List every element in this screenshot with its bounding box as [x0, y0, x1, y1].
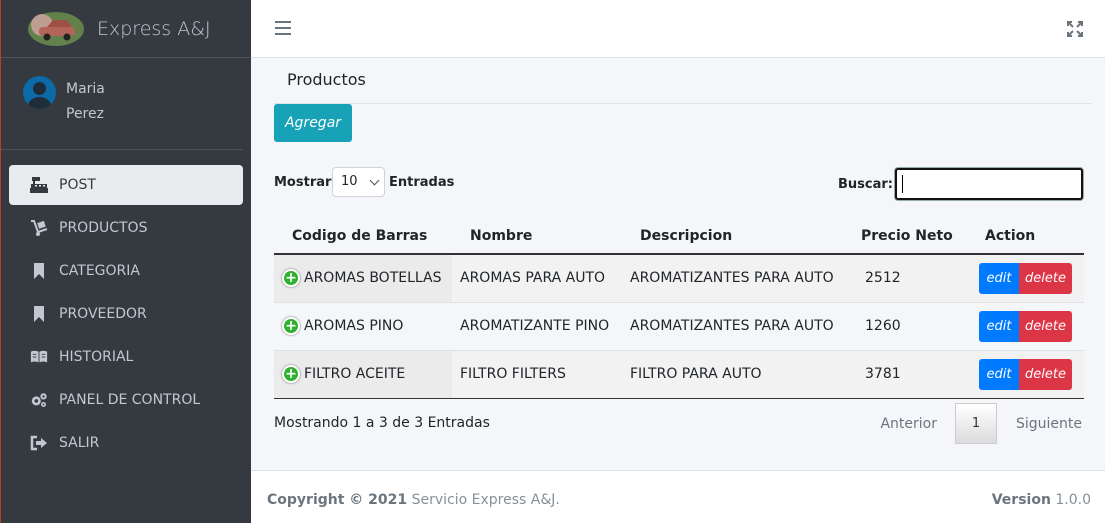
precio-cell: 1260	[843, 301, 971, 350]
sidebar-item-label: HISTORIAL	[59, 349, 134, 365]
cash-register-icon	[29, 175, 49, 195]
column-header[interactable]: Precio Neto	[843, 218, 971, 255]
length-label: Mostrar	[274, 175, 332, 190]
sidebar-item-label: SALIR	[59, 435, 100, 451]
codigo-cell: + FILTRO ACEITE	[274, 349, 452, 399]
pagination-page-1[interactable]: 1	[954, 403, 997, 444]
expand-plus-icon[interactable]: +	[282, 365, 300, 383]
entries-select-value: 10	[341, 174, 358, 189]
expand-plus-icon[interactable]: +	[282, 317, 300, 335]
delete-button[interactable]: delete	[1019, 358, 1072, 390]
user-panel[interactable]: Maria Perez	[1, 58, 243, 150]
add-button[interactable]: Agregar	[274, 104, 352, 142]
codigo-text: AROMAS BOTELLAS	[304, 270, 442, 287]
table-header-row: Codigo de Barras Nombre Descripcion Prec…	[274, 218, 1084, 255]
dolly-icon	[29, 218, 49, 238]
column-header[interactable]: Nombre	[452, 218, 622, 255]
length-suffix: Entradas	[389, 175, 455, 190]
cogs-icon	[29, 390, 49, 410]
sidebar-item-productos[interactable]: PRODUCTOS	[9, 208, 243, 248]
footer-version: Version 1.0.0	[992, 492, 1091, 508]
user-first-name: Maria	[66, 81, 105, 97]
sidebar-nav: POST PRODUCTOS CATEGORIA PROVEEDOR HISTO…	[1, 150, 251, 463]
main-content: Productos Agregar Mostrar 10 Entradas Bu…	[251, 58, 1105, 470]
bookmark-icon	[29, 261, 49, 281]
nombre-cell: AROMATIZANTE PINO	[452, 301, 622, 350]
table-info: Mostrando 1 a 3 de 3 Entradas	[274, 415, 490, 431]
top-navbar	[251, 0, 1105, 58]
version-number: 1.0.0	[1055, 492, 1091, 508]
sidebar-item-label: PANEL DE CONTROL	[59, 392, 201, 408]
avatar	[23, 76, 56, 109]
edit-button[interactable]: edit	[979, 310, 1019, 342]
column-header[interactable]: Codigo de Barras	[274, 218, 452, 255]
action-cell: edit delete	[971, 349, 1084, 399]
chevron-down-icon	[369, 175, 380, 186]
footer-copyright: Copyright © 2021 Servicio Express A&J.	[267, 492, 560, 508]
products-table: Codigo de Barras Nombre Descripcion Prec…	[274, 218, 1084, 399]
version-label: Version	[991, 492, 1051, 508]
divider	[274, 103, 1092, 104]
sidebar-item-proveedor[interactable]: PROVEEDOR	[9, 294, 243, 334]
codigo-text: FILTRO ACEITE	[304, 366, 406, 382]
delete-button[interactable]: delete	[1019, 262, 1072, 294]
delete-button[interactable]: delete	[1019, 310, 1072, 342]
sign-out-icon	[29, 433, 49, 453]
nombre-cell: AROMAS PARA AUTO	[452, 253, 622, 302]
sidebar-item-label: PROVEEDOR	[59, 306, 147, 322]
brand-name: Express A&J	[97, 17, 211, 40]
brand-logo	[27, 9, 85, 49]
book-open-icon	[29, 347, 49, 367]
edit-button[interactable]: edit	[979, 358, 1019, 390]
footer: Copyright © 2021 Servicio Express A&J. V…	[251, 470, 1105, 523]
bookmark-icon	[29, 304, 49, 324]
company-name: Servicio Express A&J.	[411, 492, 560, 508]
descripcion-cell: AROMATIZANTES PARA AUTO	[622, 301, 843, 350]
pagination-next[interactable]: Siguiente	[1016, 416, 1082, 432]
sidebar-item-label: POST	[59, 177, 96, 193]
sidebar-item-label: PRODUCTOS	[59, 220, 148, 236]
search-input[interactable]	[895, 168, 1083, 200]
entries-select[interactable]: 10	[332, 167, 385, 197]
descripcion-cell: FILTRO PARA AUTO	[622, 349, 843, 399]
column-header[interactable]: Action	[971, 218, 1084, 255]
nombre-cell: FILTRO FILTERS	[452, 349, 622, 399]
codigo-cell: + AROMAS BOTELLAS	[274, 253, 452, 302]
table-row: + AROMAS PINO AROMATIZANTE PINO AROMATIZA…	[274, 301, 1084, 350]
table-row: + FILTRO ACEITE FILTRO FILTERS FILTRO PAR…	[274, 349, 1084, 399]
fullscreen-icon[interactable]	[1067, 21, 1083, 37]
menu-icon[interactable]	[275, 21, 291, 35]
page-title: Productos	[287, 70, 366, 89]
table-row: + AROMAS BOTELLAS AROMAS PARA AUTO AROMAT…	[274, 253, 1084, 302]
sidebar: Express A&J Maria Perez POST PRODUCTOS C…	[0, 0, 251, 523]
search-label: Buscar:	[838, 177, 893, 192]
codigo-text: AROMAS PINO	[304, 318, 404, 334]
user-last-name: Perez	[66, 106, 104, 122]
pagination: Anterior 1 Siguiente	[880, 403, 1082, 444]
column-header[interactable]: Descripcion	[622, 218, 843, 255]
sidebar-item-historial[interactable]: HISTORIAL	[9, 337, 243, 377]
sidebar-item-salir[interactable]: SALIR	[9, 423, 243, 463]
sidebar-item-panel-de-control[interactable]: PANEL DE CONTROL	[9, 380, 243, 420]
user-name: Maria Perez	[66, 76, 105, 126]
pagination-previous[interactable]: Anterior	[880, 416, 937, 432]
copyright-text: Copyright © 2021	[267, 492, 408, 508]
sidebar-item-label: CATEGORIA	[59, 263, 140, 279]
precio-cell: 2512	[843, 253, 971, 302]
action-cell: edit delete	[971, 301, 1084, 350]
sidebar-item-post[interactable]: POST	[9, 165, 243, 205]
codigo-cell: + AROMAS PINO	[274, 301, 452, 350]
action-cell: edit delete	[971, 253, 1084, 302]
brand-link[interactable]: Express A&J	[1, 0, 251, 58]
edit-button[interactable]: edit	[979, 262, 1019, 294]
precio-cell: 3781	[843, 349, 971, 399]
expand-plus-icon[interactable]: +	[282, 269, 300, 288]
sidebar-item-categoria[interactable]: CATEGORIA	[9, 251, 243, 291]
descripcion-cell: AROMATIZANTES PARA AUTO	[622, 253, 843, 302]
